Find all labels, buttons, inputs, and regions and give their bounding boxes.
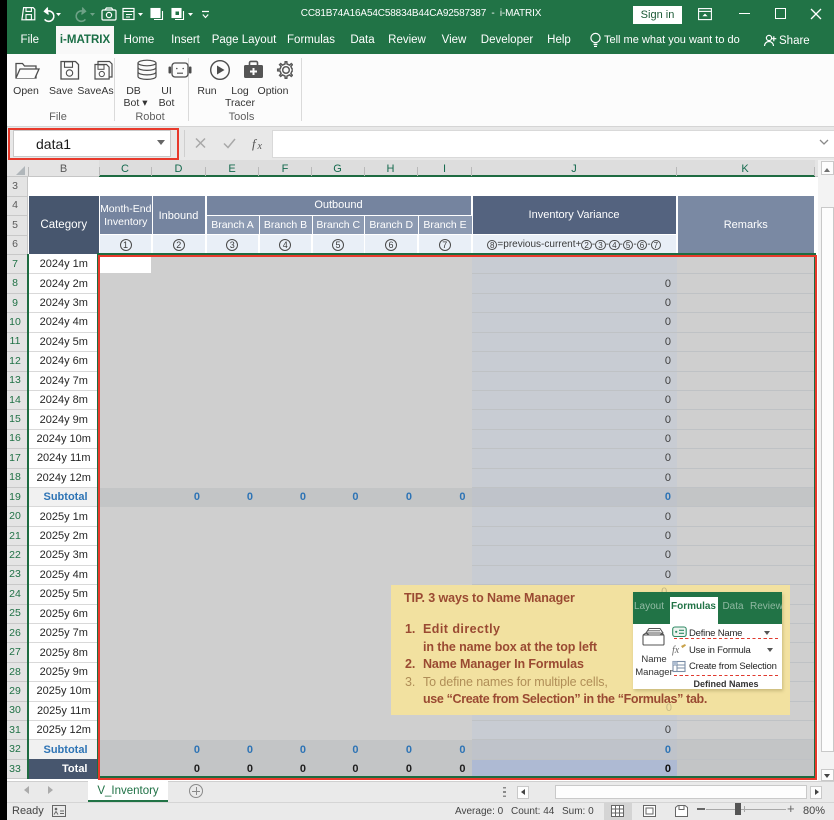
svg-text:x: x [257, 141, 263, 151]
svg-text:fx: fx [672, 645, 680, 656]
